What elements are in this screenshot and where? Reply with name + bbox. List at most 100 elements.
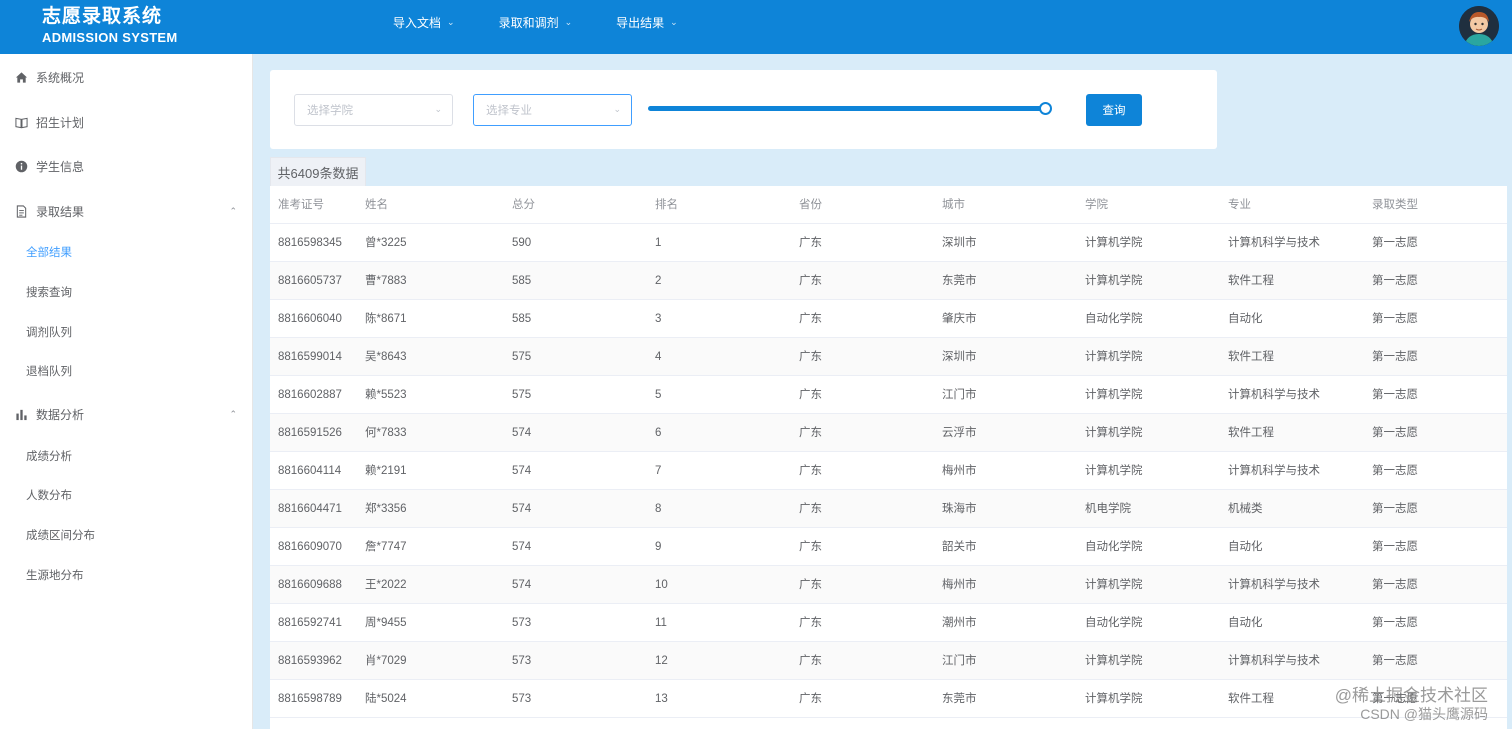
table-cell: 8816604471 [278,503,342,515]
table-cell: 潮州市 [942,617,977,629]
table-cell: 第一志愿 [1372,275,1418,287]
sidebar-sub-origin-distribution[interactable]: 生源地分布 [0,555,253,595]
college-select-placeholder: 选择学院 [307,105,353,117]
table-cell: 计算机学院 [1085,465,1143,477]
table-cell: 东莞市 [942,275,977,287]
sidebar-item-admission-results[interactable]: 录取结果 ⌃ [0,189,253,233]
table-cell: 8816593962 [278,655,342,667]
results-table: 准考证号 姓名 总分 排名 省份 城市 学院 专业 录取类型 881659834… [270,186,1507,729]
table-row[interactable]: 8816609070 詹*7747 574 9 广东 韶关市 自动化学院 自动化 第一志愿 [270,528,1507,566]
score-slider-handle[interactable] [1039,102,1052,115]
chevron-down-icon: ⌄ [670,16,678,27]
sidebar-sub-label: 生源地分布 [26,570,84,582]
table-cell: 计算机科学与技术 [1228,237,1320,249]
sidebar-item-overview[interactable]: 系统概况 [0,55,253,99]
record-count-tab: 共6409条数据 [270,157,366,186]
top-nav: 导入文档 ⌄ 录取和调剂 ⌄ 导出结果 ⌄ [393,0,722,44]
column-header-province[interactable]: 省份 [799,186,822,224]
score-slider-track[interactable] [648,106,1046,111]
table-cell: 574 [512,579,532,591]
table-row[interactable]: 8816604114 赖*2191 574 7 广东 梅州市 计算机学院 计算机科学与技术 第一… [270,452,1507,490]
sidebar-sub-score-range-distribution[interactable]: 成绩区间分布 [0,515,253,555]
college-select[interactable]: 选择学院 ⌄ [294,94,453,126]
table-cell: 计算机学院 [1085,579,1143,591]
column-header-rank[interactable]: 排名 [655,186,678,224]
column-header-exam-id[interactable]: 准考证号 [278,186,324,224]
nav-import-docs[interactable]: 导入文档 ⌄ [393,14,455,31]
table-cell: 8816606040 [278,313,342,325]
column-header-total-score[interactable]: 总分 [512,186,535,224]
sidebar-sub-all-results[interactable]: 全部结果 [0,232,253,272]
table-row[interactable]: 8816605737 曹*7883 585 2 广东 东莞市 计算机学院 软件工程 第一志愿 [270,262,1507,300]
column-header-college[interactable]: 学院 [1085,186,1108,224]
table-row[interactable]: 8816593962 肖*7029 573 12 广东 江门市 计算机学院 计算机科学与技术 第… [270,642,1507,680]
table-row[interactable]: 8816591526 何*7833 574 6 广东 云浮市 计算机学院 软件工程 第一志愿 [270,414,1507,452]
brand-logo[interactable]: 志愿录取系统 ADMISSION SYSTEM [42,5,178,47]
user-avatar[interactable] [1459,6,1499,46]
table-cell: 周*9455 [365,617,407,629]
table-row[interactable]: 8816598345 曾*3225 590 1 广东 深圳市 计算机学院 计算机科学与技术 第一… [270,224,1507,262]
table-cell: 云浮市 [942,427,977,439]
sidebar-item-data-analysis[interactable]: 数据分析 ⌃ [0,392,253,436]
column-header-admission-type[interactable]: 录取类型 [1372,186,1418,224]
major-select[interactable]: 选择专业 ⌄ [473,94,632,126]
table-cell: 8816599014 [278,351,342,363]
table-cell: 8816609070 [278,541,342,553]
table-cell: 肇庆市 [942,313,977,325]
brand-title-en: ADMISSION SYSTEM [42,30,178,45]
table-cell: 江门市 [942,389,977,401]
sidebar-sub-label: 退档队列 [26,366,72,378]
table-cell: 自动化学院 [1085,617,1143,629]
table-row[interactable]: 8816604471 郑*3356 574 8 广东 珠海市 机电学院 机械类 第一志愿 [270,490,1507,528]
table-cell: 8816598789 [278,693,342,705]
table-cell: 4 [655,351,662,363]
sidebar-sub-score-analysis[interactable]: 成绩分析 [0,436,253,476]
table-row[interactable]: 8816606040 陈*8671 585 3 广东 肇庆市 自动化学院 自动化 第一志愿 [270,300,1507,338]
nav-export-results[interactable]: 导出结果 ⌄ [616,14,678,31]
sidebar-sub-headcount-distribution[interactable]: 人数分布 [0,475,253,515]
sidebar-sub-reject-queue[interactable]: 退档队列 [0,351,253,391]
table-cell: 8 [655,503,662,515]
column-header-major[interactable]: 专业 [1228,186,1251,224]
column-header-city[interactable]: 城市 [942,186,965,224]
nav-export-results-label: 导出结果 [616,15,665,30]
table-cell: 梅州市 [942,465,977,477]
table-row[interactable]: 8816598789 陆*5024 573 13 广东 东莞市 计算机学院 软件工程 第一志愿 [270,680,1507,718]
table-cell: 8816609688 [278,579,342,591]
table-cell: 广东 [799,313,822,325]
column-header-name[interactable]: 姓名 [365,186,388,224]
table-cell: 东莞市 [942,693,977,705]
table-cell: 何*7833 [365,427,407,439]
table-cell: 赖*2191 [365,465,407,477]
table-cell: 机电学院 [1085,503,1131,515]
sidebar-sub-adjust-queue[interactable]: 调剂队列 [0,312,253,352]
table-row[interactable]: 8816609688 王*2022 574 10 广东 梅州市 计算机学院 计算机科学与技术 第… [270,566,1507,604]
table-cell: 广东 [799,427,822,439]
avatar-icon [1459,6,1499,46]
sidebar-item-label: 学生信息 [36,159,85,174]
query-button[interactable]: 查询 [1086,94,1142,126]
table-cell: 574 [512,503,532,515]
sidebar-item-label: 系统概况 [36,70,85,85]
sidebar-sub-label: 搜索查询 [26,287,72,299]
sidebar-item-student-info[interactable]: 学生信息 [0,144,253,188]
sidebar-sub-label: 成绩分析 [26,451,72,463]
sidebar-sub-label: 成绩区间分布 [26,530,95,542]
table-row[interactable]: 8816599014 吴*8643 575 4 广东 深圳市 计算机学院 软件工程 第一志愿 [270,338,1507,376]
table-cell: 赖*5523 [365,389,407,401]
document-icon [14,204,28,218]
sidebar-sub-label: 人数分布 [26,490,72,502]
table-row[interactable]: 8816602887 赖*5523 575 5 广东 江门市 计算机学院 计算机科学与技术 第一… [270,376,1507,414]
table-cell: 江门市 [942,655,977,667]
nav-admission-adjust[interactable]: 录取和调剂 ⌄ [499,14,573,31]
table-cell: 5 [655,389,662,401]
table-cell: 6 [655,427,662,439]
sidebar-sub-search[interactable]: 搜索查询 [0,272,253,312]
table-row[interactable]: 8816592741 周*9455 573 11 广东 潮州市 自动化学院 自动化 第一志愿 [270,604,1507,642]
sidebar-item-label: 招生计划 [36,115,85,130]
sidebar-item-enrollment-plan[interactable]: 招生计划 [0,100,253,144]
table-cell: 计算机科学与技术 [1228,579,1320,591]
table-cell: 574 [512,427,532,439]
brand-title-cn: 志愿录取系统 [42,6,163,27]
table-cell: 第一志愿 [1372,313,1418,325]
